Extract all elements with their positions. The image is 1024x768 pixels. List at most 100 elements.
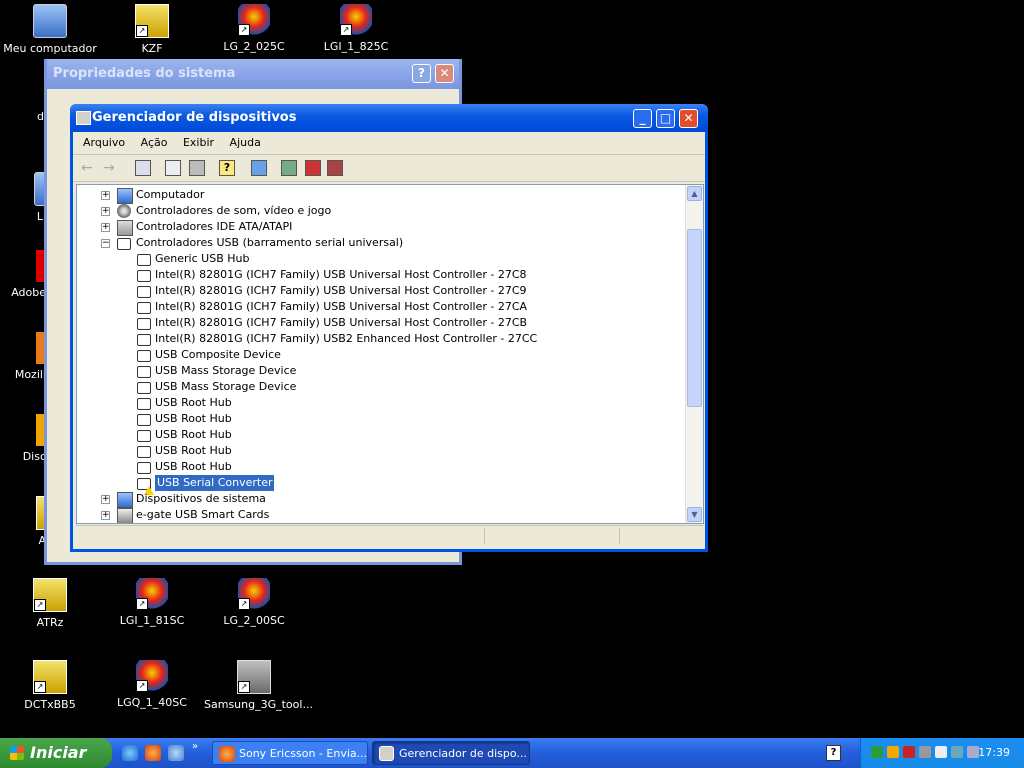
expand-icon[interactable]: + [101, 511, 110, 520]
tree-label: USB Root Hub [155, 460, 232, 473]
tree-category[interactable]: − Controladores USB (barramento serial un… [77, 235, 687, 251]
start-button[interactable]: Iniciar [0, 738, 112, 768]
tree-device[interactable]: USB Root Hub [77, 443, 687, 459]
desktop-icon-label: Disc [22, 450, 46, 463]
tree-category[interactable]: + Computador [77, 187, 687, 204]
tree-device[interactable]: USB Composite Device [77, 347, 687, 363]
maximize-button[interactable]: □ [656, 109, 675, 128]
device-manager-window[interactable]: Gerenciador de dispositivos _ □ ✕ Arquiv… [70, 104, 708, 552]
tray-icon[interactable] [887, 746, 899, 758]
tree-device[interactable]: USB Root Hub [77, 427, 687, 443]
tree-device[interactable]: USB Root Hub [77, 395, 687, 411]
expand-icon[interactable]: + [101, 207, 110, 216]
desktop-icon-samsung-3g-tool[interactable]: ↗ Samsung_3G_tool... [204, 660, 313, 711]
taskbar: Iniciar » Sony Ericsson - Envia... Geren… [0, 738, 1024, 768]
volume-icon[interactable] [935, 746, 947, 758]
quicklaunch-icon[interactable] [168, 745, 184, 761]
scroll-up-button[interactable]: ▲ [687, 186, 702, 201]
tree-category[interactable]: + e-gate USB Smart Cards [77, 507, 687, 523]
back-icon[interactable]: ← [81, 160, 97, 176]
desktop-icon-atrz[interactable]: ↗ ATRz [0, 578, 100, 629]
clock[interactable]: 17:39 [978, 738, 1010, 768]
usb-icon [137, 254, 151, 266]
desktop-icon-lg-2-00sc[interactable]: ↗ LG_2_00SC [204, 578, 304, 627]
tree-category[interactable]: + Controladores de som, vídeo e jogo [77, 203, 687, 219]
tray-icon[interactable] [903, 746, 915, 758]
scan-hardware-icon[interactable] [251, 160, 267, 176]
desktop-icon-partial[interactable]: Disc [0, 414, 46, 463]
task-label: Sony Ericsson - Envia... [239, 747, 368, 760]
tree-category[interactable]: + Controladores IDE ATA/ATAPI [77, 219, 687, 236]
collapse-icon[interactable]: − [101, 239, 110, 248]
desktop-icon-partial[interactable]: A [0, 496, 48, 547]
expand-icon[interactable]: + [101, 223, 110, 232]
scroll-down-button[interactable]: ▼ [687, 507, 702, 522]
task-device-manager[interactable]: Gerenciador de dispo... [372, 741, 530, 765]
firefox-icon[interactable] [145, 745, 161, 761]
tree-device[interactable]: USB Mass Storage Device [77, 379, 687, 395]
tree-device[interactable]: Intel(R) 82801G (ICH7 Family) USB Univer… [77, 267, 687, 283]
close-button[interactable]: ✕ [679, 109, 698, 128]
tree-label: USB Root Hub [155, 428, 232, 441]
minimize-button[interactable]: _ [633, 109, 652, 128]
uninstall-icon[interactable] [305, 160, 321, 176]
tree-device[interactable]: USB Root Hub [77, 411, 687, 427]
menu-arquivo[interactable]: Arquivo [83, 136, 125, 149]
taskbar-help-icon[interactable]: ? [826, 745, 841, 761]
forward-icon[interactable]: → [103, 160, 119, 176]
desktop-icon-label: d [37, 110, 44, 123]
desktop-icon-partial[interactable]: Mozill [0, 332, 46, 381]
usb-icon [137, 382, 151, 394]
desktop-icon-lgq-1-40sc[interactable]: ↗ LGQ_1_40SC [102, 660, 202, 709]
tray-icon[interactable] [967, 746, 979, 758]
tree-device[interactable]: Intel(R) 82801G (ICH7 Family) USB2 Enhan… [77, 331, 687, 347]
desktop-icon-label: LGI_1_825C [323, 40, 389, 53]
menu-ajuda[interactable]: Ajuda [230, 136, 261, 149]
print-icon[interactable] [189, 160, 205, 176]
menu-exibir[interactable]: Exibir [183, 136, 214, 149]
desktop-icon-lgi-1-81sc[interactable]: ↗ LGI_1_81SC [102, 578, 202, 627]
tray-icon[interactable] [919, 746, 931, 758]
system-properties-titlebar[interactable]: Propriedades do sistema ? ✕ [47, 59, 459, 89]
desktop-icon-partial[interactable]: Adobe [0, 250, 46, 299]
update-driver-icon[interactable] [281, 160, 297, 176]
expand-icon[interactable]: + [101, 191, 110, 200]
tree-device[interactable]: USB Mass Storage Device [77, 363, 687, 379]
status-divider [619, 528, 620, 544]
tree-device[interactable]: Intel(R) 82801G (ICH7 Family) USB Univer… [77, 299, 687, 315]
tree-device[interactable]: Intel(R) 82801G (ICH7 Family) USB Univer… [77, 283, 687, 299]
task-sony-ericsson[interactable]: Sony Ericsson - Envia... [212, 741, 368, 765]
help-icon[interactable]: ? [219, 160, 235, 176]
desktop-icon-label: DCTxBB5 [24, 698, 76, 711]
disable-icon[interactable] [327, 160, 343, 176]
network-icon[interactable] [951, 746, 963, 758]
tree-device[interactable]: USB Serial Converter [77, 474, 687, 495]
tray-icon[interactable] [871, 746, 883, 758]
desktop-icon-partial[interactable]: Li [0, 172, 48, 223]
menu-acao[interactable]: Ação [141, 136, 168, 149]
properties-icon[interactable] [165, 160, 181, 176]
desktop-icon-partial[interactable]: d [0, 92, 44, 123]
tree-device[interactable]: Intel(R) 82801G (ICH7 Family) USB Univer… [77, 315, 687, 331]
tree-device[interactable]: Generic USB Hub [77, 251, 687, 267]
show-hide-console-tree-icon[interactable] [135, 160, 151, 176]
ie-icon[interactable] [122, 745, 138, 761]
close-button[interactable]: ✕ [435, 64, 454, 83]
usb-icon [137, 446, 151, 458]
quicklaunch-expand-icon[interactable]: » [192, 741, 208, 757]
tree-label: Intel(R) 82801G (ICH7 Family) USB Univer… [155, 284, 527, 297]
desktop-icon-kzf[interactable]: ↗ KZF [102, 4, 202, 55]
desktop-icon-dctxbb5[interactable]: ↗ DCTxBB5 [0, 660, 100, 711]
desktop-icon-label: ATRz [36, 616, 64, 629]
tree-category[interactable]: + Dispositivos de sistema [77, 491, 687, 508]
help-button[interactable]: ? [412, 64, 431, 83]
desktop-icon-lg-2-025c[interactable]: ↗ LG_2_025C [204, 4, 304, 53]
scroll-thumb[interactable] [687, 229, 702, 407]
vertical-scrollbar[interactable]: ▲ ▼ [685, 185, 703, 523]
expand-icon[interactable]: + [101, 495, 110, 504]
device-tree[interactable]: + Computador + Controladores de som, vídeo … [76, 184, 704, 524]
desktop-icon-lgi-1-825c[interactable]: ↗ LGI_1_825C [306, 4, 406, 53]
device-manager-titlebar[interactable]: Gerenciador de dispositivos _ □ ✕ [70, 104, 708, 132]
desktop-icon-my-computer[interactable]: Meu computador [0, 4, 100, 55]
tree-device[interactable]: USB Root Hub [77, 459, 687, 475]
